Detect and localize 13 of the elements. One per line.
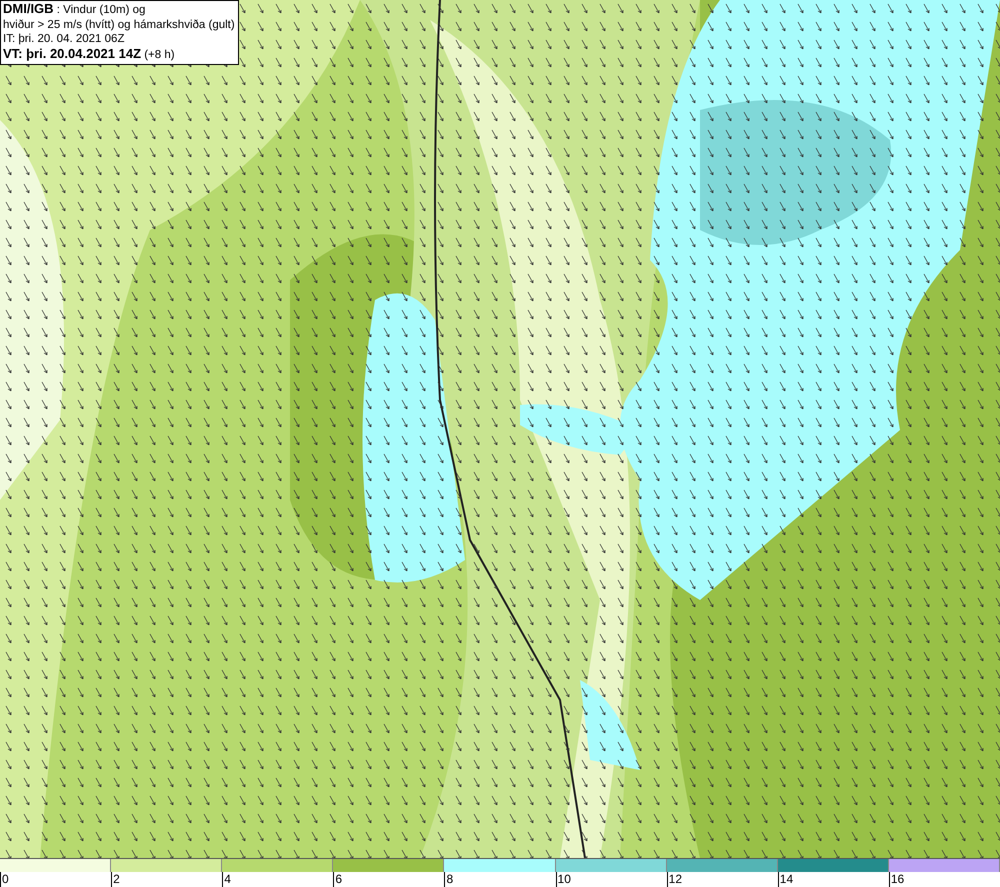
info-text: DMI/IGB : Vindur (10m) og (3, 2, 146, 18)
info-text: hviður > 25 m/s (hvítt) og hámarkshviða (gult) (3, 18, 235, 32)
legend-tick-label: 12 (668, 872, 682, 886)
legend-tick-label: 8 (446, 872, 454, 886)
legend-tick-label: 4 (224, 872, 231, 886)
legend-tick-label: 16 (890, 872, 904, 886)
legend-tick-label: 6 (335, 872, 342, 886)
legend-tick-label: 2 (113, 872, 120, 886)
legend-tick-label: 14 (780, 872, 794, 886)
info-text: VT: þri. 20.04.2021 14Z (+8 h) (3, 46, 176, 62)
legend-tick-label: 0 (2, 872, 9, 886)
legend-tick-label: 10 (558, 872, 571, 886)
info-text: IT: þri. 20. 04. 2021 06Z (3, 32, 126, 46)
